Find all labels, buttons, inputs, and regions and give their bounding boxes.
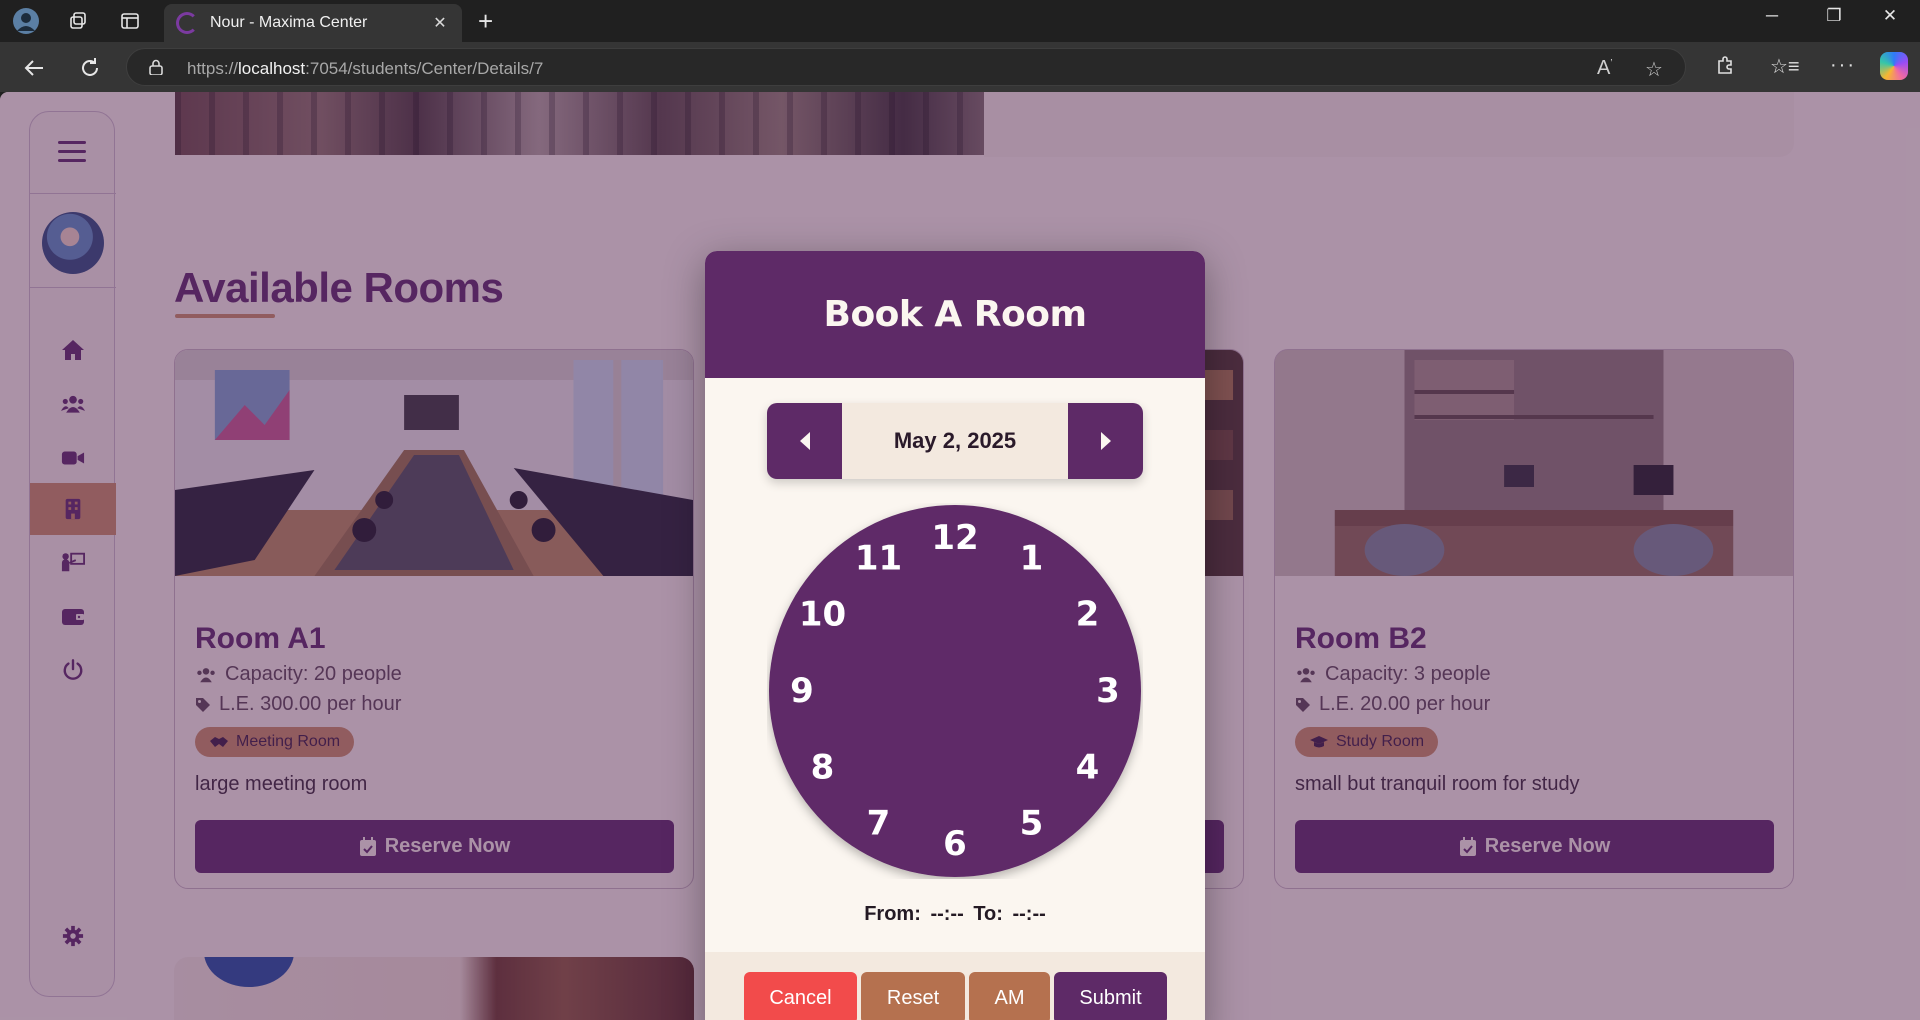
copilot-icon[interactable] (1880, 52, 1908, 80)
modal-header: Book A Room (705, 251, 1205, 378)
url-host: localhost (238, 59, 306, 78)
clock-hour-7[interactable]: 7 (867, 804, 891, 844)
clock-hour-11[interactable]: 11 (855, 539, 902, 579)
tab-close-icon[interactable]: ✕ (430, 13, 450, 33)
to-label: To: (973, 903, 1003, 925)
profile-icon[interactable] (12, 7, 40, 35)
to-value: --:-- (1012, 903, 1046, 925)
selected-date: May 2, 2025 (842, 403, 1068, 479)
date-navigator: May 2, 2025 (767, 403, 1143, 479)
from-label: From: (864, 903, 921, 925)
new-tab-icon[interactable]: + (478, 8, 493, 34)
clock-hour-12[interactable]: 12 (931, 518, 978, 558)
clock-hour-1[interactable]: 1 (1020, 539, 1044, 579)
favorites-icon[interactable]: ☆≡ (1770, 54, 1800, 79)
clock-hour-5[interactable]: 5 (1020, 804, 1044, 844)
browser-toolbar: https://localhost:7054/students/Center/D… (0, 42, 1920, 92)
workspaces-icon[interactable] (64, 7, 92, 35)
more-menu-icon[interactable]: ··· (1830, 54, 1856, 77)
caret-right-icon (1100, 432, 1111, 450)
page-content: Available Rooms Room A1 Capacity: 20 peo… (0, 92, 1920, 1020)
minimize-icon[interactable]: ─ (1752, 6, 1792, 26)
clock-hour-9[interactable]: 9 (790, 671, 814, 711)
book-room-modal: Book A Room May 2, 2025 12 1 2 3 4 5 6 7 8 (705, 251, 1205, 1020)
url-scheme: https:// (187, 59, 239, 78)
site-favicon-icon (176, 12, 198, 34)
extensions-icon[interactable] (1714, 54, 1736, 82)
clock-picker[interactable]: 12 12 3 45 6 78 9 1011 (767, 503, 1143, 879)
tab-actions-icon[interactable] (116, 7, 144, 35)
time-range: From: --:-- To: --:-- (705, 903, 1205, 926)
browser-tab-active[interactable]: Nour - Maxima Center ✕ (164, 4, 462, 42)
am-pm-toggle[interactable]: AM (969, 972, 1050, 1020)
submit-button[interactable]: Submit (1054, 972, 1167, 1020)
clock-face (769, 505, 1141, 877)
read-aloud-icon[interactable]: Aʼ (1597, 57, 1613, 80)
tab-title: Nour - Maxima Center (210, 14, 368, 31)
clock-hour-10[interactable]: 10 (799, 595, 846, 635)
url-path: :7054/students/Center/Details/7 (305, 59, 544, 78)
lock-icon[interactable] (149, 59, 163, 75)
cancel-button[interactable]: Cancel (744, 972, 857, 1020)
back-icon[interactable] (18, 52, 50, 84)
refresh-icon[interactable] (74, 52, 106, 84)
next-day-button[interactable] (1068, 403, 1143, 479)
browser-tab-bar: Nour - Maxima Center ✕ + ─ ❐ ✕ (0, 0, 1920, 42)
clock-hour-4[interactable]: 4 (1076, 748, 1100, 788)
page-viewport: Available Rooms Room A1 Capacity: 20 peo… (0, 92, 1920, 1020)
url-text[interactable]: https://localhost:7054/students/Center/D… (187, 59, 543, 79)
previous-day-button[interactable] (767, 403, 842, 479)
clock-hour-6[interactable]: 6 (943, 824, 967, 864)
restore-icon[interactable]: ❐ (1814, 6, 1854, 26)
from-value: --:-- (930, 903, 964, 925)
favorite-star-icon[interactable]: ☆ (1645, 57, 1663, 82)
clock-hour-3[interactable]: 3 (1096, 671, 1120, 711)
reset-button[interactable]: Reset (861, 972, 965, 1020)
clock-hour-2[interactable]: 2 (1076, 595, 1100, 635)
address-bar[interactable]: https://localhost:7054/students/Center/D… (126, 48, 1686, 86)
window-close-icon[interactable]: ✕ (1870, 6, 1910, 26)
modal-footer: Cancel Reset AM Submit (705, 952, 1205, 1020)
clock-hour-8[interactable]: 8 (811, 748, 835, 788)
modal-title: Book A Room (823, 294, 1087, 335)
caret-left-icon (799, 432, 810, 450)
